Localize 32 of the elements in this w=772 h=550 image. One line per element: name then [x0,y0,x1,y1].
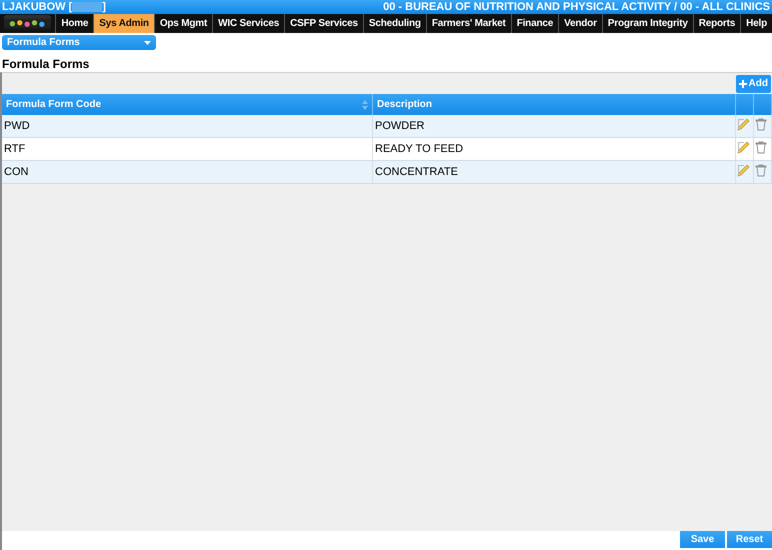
bracket-text: ] [102,1,106,13]
trash-icon[interactable] [755,118,767,131]
table-cell: READY TO FEED [372,138,736,160]
menu-tab[interactable]: CSFP Services [284,14,363,33]
pencil-icon[interactable] [737,141,750,154]
user-name: LJAKUBOW [ [2,1,72,13]
plus-icon [738,80,747,88]
menu-tab[interactable]: Ops Mgmt [154,14,212,33]
pencil-icon[interactable] [737,164,750,177]
caret-icon [144,40,151,44]
table-cell: PWD [2,115,372,138]
menu-tab[interactable]: Help [740,14,772,33]
menu-tab[interactable]: Sys Admin [93,14,154,33]
trash-icon[interactable] [755,141,767,154]
redacted-block [72,2,102,12]
sort-icon [362,100,368,110]
menu-tab[interactable]: Scheduling [362,14,426,33]
menu-tab[interactable]: WIC Services [212,14,284,33]
table-cell: POWDER [372,115,736,138]
page-title: Formula Forms [2,57,90,71]
table-cell: CON [2,160,372,184]
pencil-icon[interactable] [737,118,750,131]
menu-tab[interactable]: Program Integrity [602,14,693,33]
agency-text: 00 - BUREAU OF NUTRITION AND PHYSICAL ACTIVITY / 00 - ALL CLINICS [383,1,770,13]
trash-icon[interactable] [755,164,767,177]
table-cell: CONCENTRATE [372,160,736,184]
logo-drawing [4,15,52,32]
menu-tab[interactable]: Farmers' Market [426,14,511,33]
table-cell: RTF [2,138,372,160]
menu-tab[interactable]: Reports [692,14,740,33]
menu-tab[interactable]: Vendor [558,14,602,33]
menu-tab[interactable]: Finance [510,14,558,33]
